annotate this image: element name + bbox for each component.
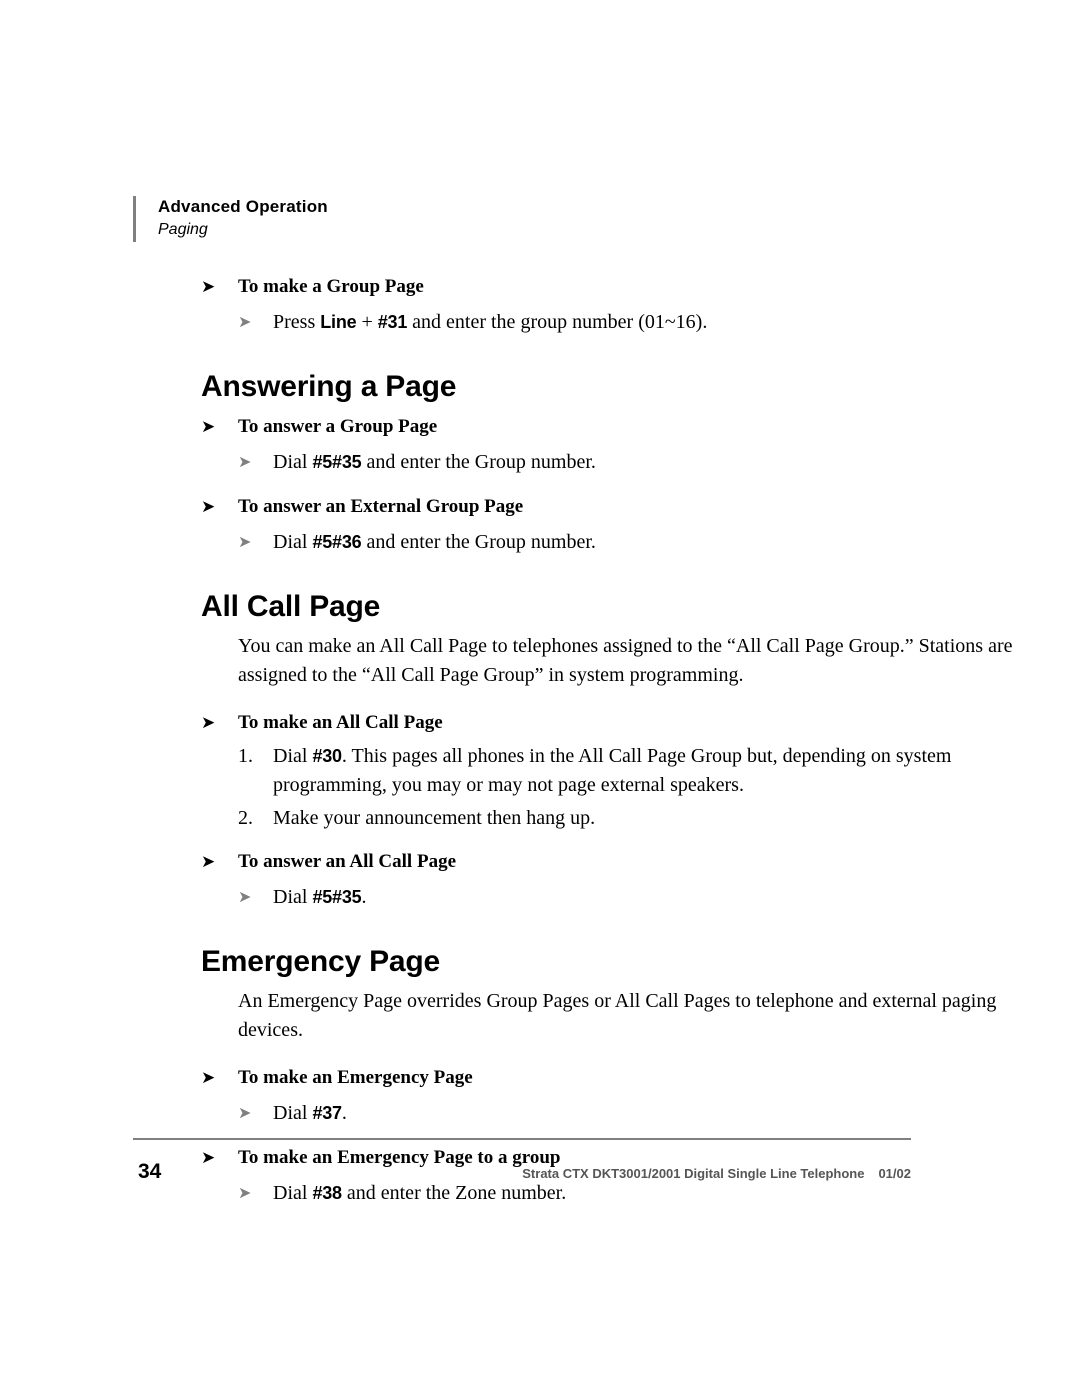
list-item-text-suffix: . This pages all phones in the All Call … <box>273 745 952 796</box>
footer-document-info: Strata CTX DKT3001/2001 Digital Single L… <box>455 1165 911 1183</box>
procedure-heading-label: To answer an All Call Page <box>238 851 456 872</box>
procedure-heading-answer-external-group-page: ➤ To answer an External Group Page <box>201 492 933 522</box>
step-text-suffix: and enter the group number (01~16). <box>407 311 708 333</box>
arrow-bullet-icon: ➤ <box>238 312 252 331</box>
procedure-heading-label: To make a Group Page <box>238 276 424 297</box>
arrow-bullet-icon: ➤ <box>201 1148 216 1168</box>
footer-divider <box>133 1138 911 1140</box>
procedure-heading-answer-all-call-page: ➤ To answer an All Call Page <box>201 847 933 877</box>
list-item: 2. Make your announcement then hang up. <box>238 804 1048 833</box>
list-item-text-prefix: Make your announcement then hang up. <box>273 807 596 829</box>
numbered-step-list-make-all-call-page: 1. Dial #30. This pages all phones in the… <box>238 742 951 833</box>
step-text-prefix: Dial <box>273 451 313 473</box>
arrow-bullet-icon: ➤ <box>238 452 252 471</box>
footer-page-number: 34 <box>138 1160 162 1183</box>
step-code: #5#36 <box>312 532 362 552</box>
procedure-heading-make-all-call-page: ➤ To make an All Call Page <box>201 708 933 738</box>
arrow-bullet-icon: ➤ <box>238 1103 252 1122</box>
list-item-number: 2. <box>238 807 253 829</box>
step-code: #5#35 <box>312 887 362 907</box>
step-text-suffix: . <box>361 886 367 908</box>
arrow-bullet-icon: ➤ <box>201 497 216 517</box>
step-text-suffix: . <box>341 1102 347 1124</box>
procedure-heading-label: To answer a Group Page <box>238 416 438 437</box>
procedure-heading-make-group-page: ➤ To make a Group Page <box>201 272 933 302</box>
step-answer-external-group-page: ➤ Dial #5#36 and enter the Group number. <box>238 526 933 558</box>
arrow-bullet-icon: ➤ <box>201 713 216 733</box>
step-text-mid: + <box>356 311 378 333</box>
step-answer-group-page: ➤ Dial #5#35 and enter the Group number. <box>238 446 933 478</box>
step-text-suffix: and enter the Group number. <box>361 451 596 473</box>
arrow-bullet-icon: ➤ <box>201 852 216 872</box>
step-text-prefix: Dial <box>273 1102 313 1124</box>
step-code: #5#35 <box>312 452 362 472</box>
arrow-bullet-icon: ➤ <box>201 277 216 297</box>
list-item-code: #30 <box>312 746 342 766</box>
step-text-prefix: Dial <box>273 886 313 908</box>
document-page: Advanced Operation Paging ➤ To make a Gr… <box>0 0 1080 1397</box>
procedure-heading-label: To make an All Call Page <box>238 712 443 733</box>
step-code: #38 <box>312 1183 342 1203</box>
step-make-emergency-page: ➤ Dial #37. <box>238 1097 933 1129</box>
step-make-group-page: ➤ Press Line + #31 and enter the group n… <box>238 306 933 338</box>
header-text-block: Advanced Operation Paging <box>158 196 328 242</box>
step-text-suffix: and enter the Zone number. <box>341 1182 567 1204</box>
procedure-heading-label: To make an Emergency Page <box>238 1067 473 1088</box>
paragraph-emergency-page-intro: An Emergency Page overrides Group Pages … <box>238 990 997 1041</box>
step-code-31: #31 <box>377 312 408 332</box>
section-title-answering-a-page: Answering a Page <box>201 370 457 403</box>
step-text-suffix: and enter the Group number. <box>361 531 596 553</box>
step-text-prefix: Dial <box>273 531 313 553</box>
header-chapter-title: Advanced Operation <box>158 197 328 216</box>
footer-document-date: 01/02 <box>878 1166 911 1181</box>
procedure-heading-make-emergency-page: ➤ To make an Emergency Page <box>201 1063 933 1093</box>
step-code-line: Line <box>320 312 357 332</box>
running-header: Advanced Operation Paging <box>133 196 328 242</box>
paragraph-all-call-page-intro: You can make an All Call Page to telepho… <box>238 635 1013 686</box>
section-title-emergency-page: Emergency Page <box>201 945 440 978</box>
step-text-prefix: Press <box>273 311 321 333</box>
step-text-prefix: Dial <box>273 1182 313 1204</box>
section-title-all-call-page: All Call Page <box>201 590 381 623</box>
header-vertical-rule <box>133 196 136 242</box>
list-item-number: 1. <box>238 745 253 767</box>
list-item: 1. Dial #30. This pages all phones in the… <box>238 742 1048 800</box>
arrow-bullet-icon: ➤ <box>201 1068 216 1088</box>
arrow-bullet-icon: ➤ <box>238 532 252 551</box>
arrow-bullet-icon: ➤ <box>238 887 252 906</box>
page-content: ➤ To make a Group Page ➤ Press Line + #3… <box>133 272 1012 1215</box>
procedure-heading-answer-group-page: ➤ To answer a Group Page <box>201 412 933 442</box>
footer-document-title: Strata CTX DKT3001/2001 Digital Single L… <box>522 1166 865 1181</box>
list-item-text-prefix: Dial <box>273 745 313 767</box>
procedure-heading-label: To answer an External Group Page <box>238 496 524 517</box>
arrow-bullet-icon: ➤ <box>238 1183 252 1202</box>
step-answer-all-call-page: ➤ Dial #5#35. <box>238 881 933 913</box>
step-code: #37 <box>312 1103 342 1123</box>
arrow-bullet-icon: ➤ <box>201 417 216 437</box>
header-topic-title: Paging <box>158 221 208 238</box>
